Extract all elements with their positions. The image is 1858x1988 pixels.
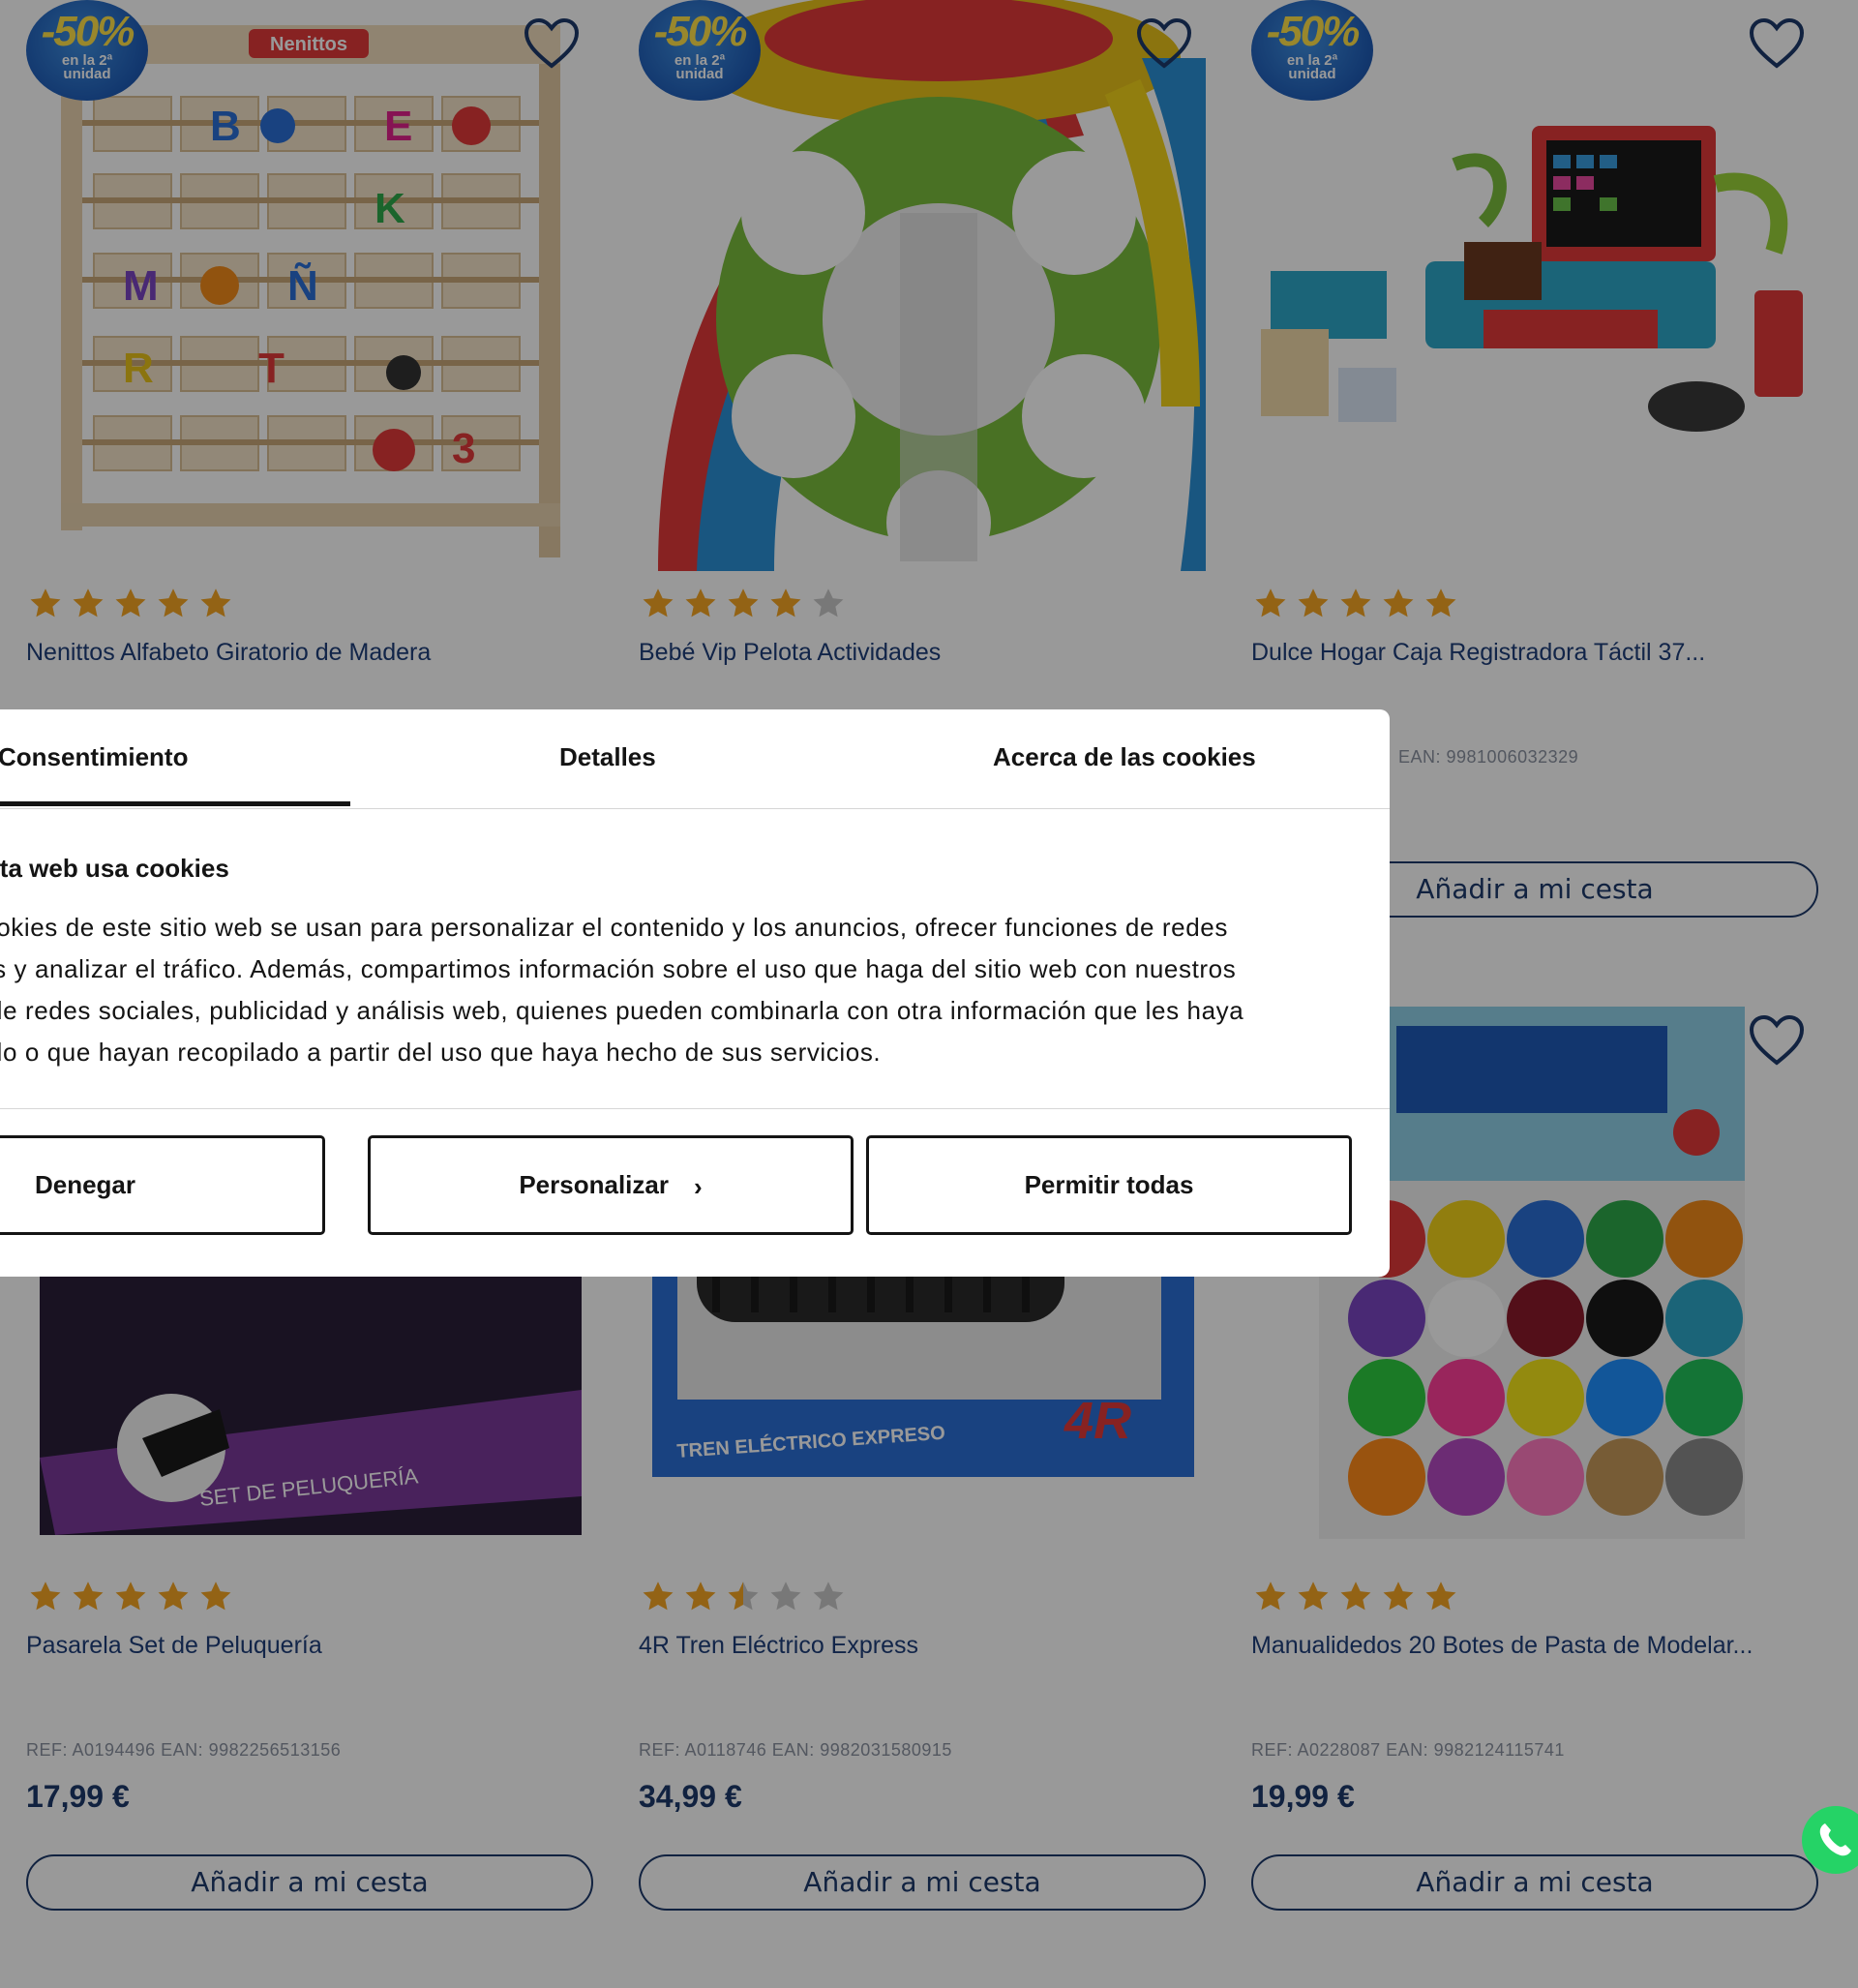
divider	[0, 1108, 1390, 1109]
active-tab-indicator	[0, 801, 350, 806]
tab-acerca-de-las-cookies[interactable]: Acerca de las cookies	[993, 742, 1256, 772]
cookie-tabs: Consentimiento Detalles Acerca de las co…	[0, 709, 1390, 809]
whatsapp-chat-button[interactable]	[1802, 1806, 1858, 1874]
cookie-body-line: Las cookies de este sitio web se usan pa…	[0, 913, 1228, 942]
cookie-body-line: proporcionado o que hayan recopilado a p…	[0, 1038, 882, 1067]
cookie-dialog-body: Las cookies de este sitio web se usan pa…	[0, 907, 1304, 1073]
tab-consentimiento[interactable]: Consentimiento	[0, 742, 188, 772]
chevron-right-icon: ›	[693, 1171, 703, 1201]
cookie-dialog-title: Esta web usa cookies	[0, 854, 229, 883]
cookie-consent-dialog: Consentimiento Detalles Acerca de las co…	[0, 709, 1390, 1277]
phone-icon	[1819, 1823, 1851, 1856]
allow-all-button[interactable]: Permitir todas	[866, 1135, 1352, 1235]
customize-button-label: Personalizar	[519, 1170, 669, 1199]
cookie-body-line: sociales y analizar el tráfico. Además, …	[0, 954, 1237, 983]
customize-button[interactable]: Personalizar ›	[368, 1135, 854, 1235]
deny-button[interactable]: Denegar	[0, 1135, 325, 1235]
tab-detalles[interactable]: Detalles	[559, 742, 656, 772]
cookie-body-line: partners de redes sociales, publicidad y…	[0, 996, 1244, 1025]
